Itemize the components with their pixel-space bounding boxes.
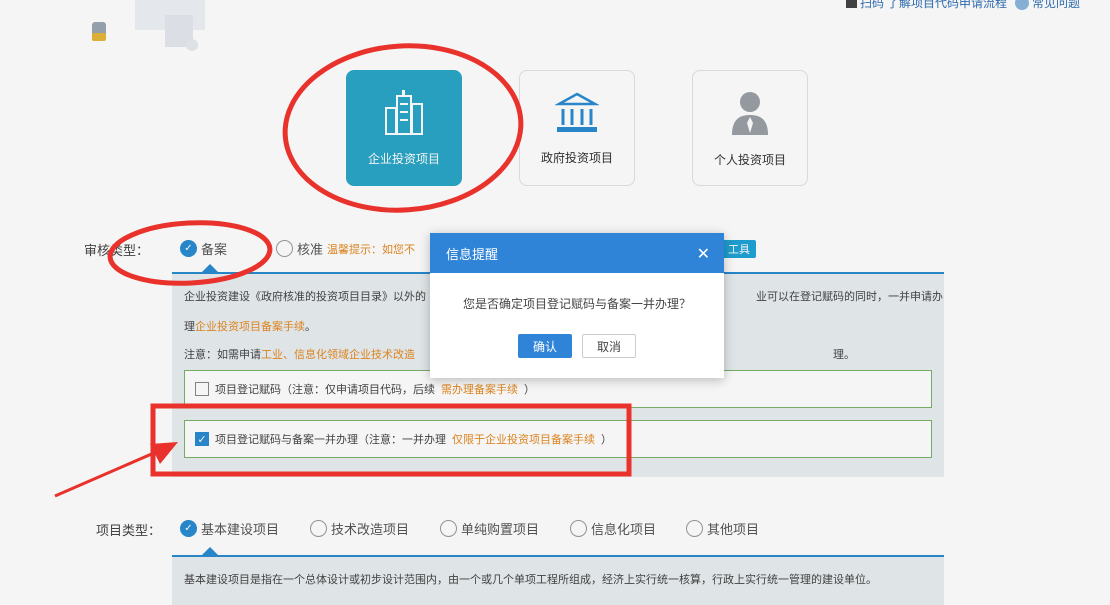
review-type-label: 审核类型： (84, 244, 150, 259)
radio-label: 其他项目 (707, 523, 760, 538)
notice-line-2: 理企业投资项目备案手续。 (184, 318, 316, 334)
card-label: 政府投资项目 (540, 150, 613, 165)
annotation-arrow-line (54, 444, 171, 498)
tool-button[interactable]: 工具 (722, 240, 756, 258)
scan-link[interactable]: 扫码 了解项目代码申请流程 (845, 0, 1007, 11)
radio-purchase[interactable]: 单纯购置项目 (440, 519, 539, 538)
card-label: 企业投资项目 (367, 151, 440, 166)
radio-other[interactable]: 其他项目 (686, 519, 759, 538)
faq-label: 常见问题 (1031, 0, 1080, 10)
radio-basic-construction[interactable]: ✓ 基本建设项目 (180, 519, 279, 538)
radio-circle-icon (570, 520, 587, 537)
option-text: 项目登记赋码与备案一并办理（注意：一并办理 (215, 433, 446, 446)
decorative-illustration (92, 0, 205, 51)
close-icon[interactable]: ✕ (697, 244, 710, 263)
industry-link[interactable]: 工业、 (261, 348, 294, 361)
confirm-button[interactable]: 确认 (518, 334, 572, 358)
radio-label: 基本建设项目 (201, 523, 280, 538)
radio-label: 核准 (297, 243, 324, 258)
info-dialog: 信息提醒 ✕ 您是否确定项目登记赋码与备案一并办理？ 确认 取消 (430, 233, 724, 378)
option-text: ） (524, 383, 535, 396)
dialog-buttons: 确认 取消 (430, 334, 724, 358)
radio-label: 备案 (201, 243, 228, 258)
card-government-investment[interactable]: 政府投资项目 (519, 70, 635, 186)
radio-circle-icon (310, 520, 327, 537)
radio-filing[interactable]: ✓ 备案 (180, 239, 227, 258)
dialog-header: 信息提醒 ✕ (430, 233, 724, 273)
option-text: 项目登记赋码（注意：仅申请项目代码，后续 (215, 383, 435, 396)
warning-tip: 温馨提示：如您不 (327, 242, 416, 256)
project-type-label: 项目类型： (96, 524, 162, 539)
card-label: 个人投资项目 (713, 152, 786, 167)
project-type-description: 基本建设项目是指在一个总体设计或初步设计范围内，由一个或几个单项工程所组成，经济… (172, 555, 944, 605)
notice-text: 理。 (833, 348, 855, 361)
option-link[interactable]: 需办理备案手续 (441, 381, 518, 397)
top-links: 扫码 了解项目代码申请流程 常见问题 (845, 0, 1080, 14)
page: 扫码 了解项目代码申请流程 常见问题 企业投资项目 政府投资项目 个人投资项目 … (0, 0, 1110, 605)
notice-text: 业可以在登记赋码的同时，一并申请办 (756, 290, 943, 303)
option-text: ） (601, 433, 612, 446)
card-enterprise-investment[interactable]: 企业投资项目 (346, 70, 462, 186)
scan-label: 扫码 (859, 0, 884, 10)
option-code-and-filing[interactable]: ✓ 项目登记赋码与备案一并办理（注意：一并办理 仅限于企业投资项目备案手续 ） (184, 420, 932, 458)
selection-pointer (202, 264, 218, 272)
radio-circle-icon (440, 520, 457, 537)
enterprise-building-icon (385, 89, 423, 135)
option-link[interactable]: 仅限于企业投资项目备案手续 (452, 431, 595, 447)
filing-procedure-link[interactable]: 企业投资项目备案手续 (195, 320, 305, 333)
check-icon: ✓ (180, 240, 197, 257)
radio-circle-icon (276, 240, 293, 257)
radio-informatization[interactable]: 信息化项目 (570, 519, 656, 538)
radio-label: 信息化项目 (591, 523, 657, 538)
checkbox-checked-icon[interactable]: ✓ (195, 432, 209, 446)
notice-text: 企业投资建设《政府核准的投资项目目录》以外的 (184, 290, 426, 303)
cancel-button[interactable]: 取消 (582, 334, 636, 358)
card-personal-investment[interactable]: 个人投资项目 (692, 70, 808, 186)
flow-label: 了解项目代码申请流程 (886, 0, 1007, 10)
dialog-title: 信息提醒 (446, 247, 499, 263)
description-text: 基本建设项目是指在一个总体设计或初步设计范围内，由一个或几个单项工程所组成，经济… (184, 573, 877, 586)
person-icon (732, 91, 768, 135)
faq-link[interactable]: 常见问题 (1014, 0, 1080, 11)
radio-tech-upgrade[interactable]: 技术改造项目 (310, 519, 409, 538)
tech-upgrade-link[interactable]: 信息化领域企业技术改造 (294, 348, 415, 361)
radio-label: 技术改造项目 (331, 523, 410, 538)
notice-text: 注意：如需申请 (184, 348, 261, 361)
notice-text: 理 (184, 320, 195, 333)
qr-code-icon (845, 0, 857, 8)
radio-circle-icon (686, 520, 703, 537)
selection-pointer (202, 547, 218, 555)
government-building-icon (555, 92, 599, 132)
dialog-message: 您是否确定项目登记赋码与备案一并办理？ (462, 297, 691, 311)
notice-text: 。 (305, 320, 316, 333)
check-icon: ✓ (180, 520, 197, 537)
checkbox-icon[interactable] (195, 382, 209, 396)
radio-approval[interactable]: 核准 温馨提示：如您不 (276, 239, 415, 258)
radio-label: 单纯购置项目 (461, 523, 540, 538)
help-icon (1014, 0, 1029, 10)
